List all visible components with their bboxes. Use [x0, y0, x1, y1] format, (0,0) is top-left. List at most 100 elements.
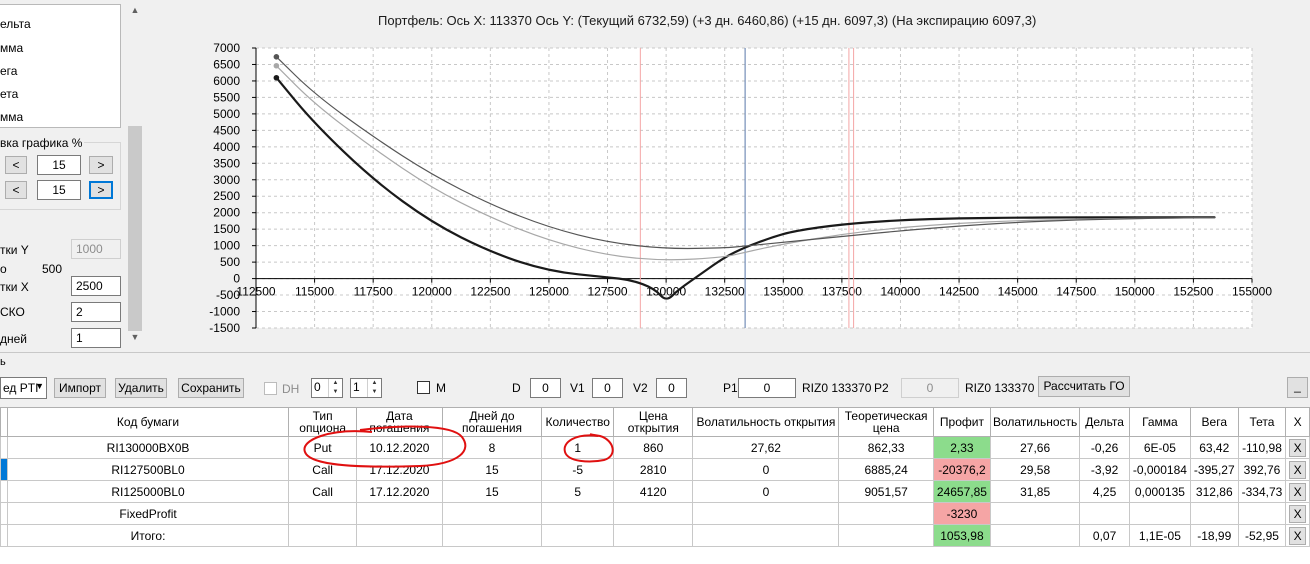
type-cell[interactable]: Call: [288, 480, 358, 503]
profit-cell[interactable]: 24657,85: [932, 480, 991, 503]
col-header[interactable]: X: [1285, 407, 1310, 437]
spin-arrows-icon[interactable]: ▲ ▼: [367, 379, 381, 397]
save-button[interactable]: Сохранить: [178, 378, 244, 398]
offset-x-increase-button[interactable]: >: [89, 181, 113, 199]
qty-cell[interactable]: [541, 502, 615, 525]
col-header[interactable]: Дельта: [1079, 407, 1130, 437]
col-header[interactable]: Волатильность: [989, 407, 1081, 437]
offset-y-input[interactable]: 15: [37, 155, 81, 175]
col-header[interactable]: Волатильность открытия: [692, 407, 840, 437]
left-panel-scrollbar[interactable]: ▲ ▼: [127, 0, 143, 345]
offset-y-increase-button[interactable]: >: [89, 156, 113, 174]
type-cell[interactable]: Put: [288, 436, 358, 459]
code-cell[interactable]: FixedProfit: [6, 502, 290, 525]
open-vol-cell[interactable]: [692, 524, 840, 547]
theta-cell[interactable]: 392,76: [1237, 458, 1287, 481]
delta-cell[interactable]: -0,26: [1079, 436, 1130, 459]
date-cell[interactable]: [356, 502, 443, 525]
remove-row-button[interactable]: X: [1289, 482, 1307, 501]
delta-cell[interactable]: 0,07: [1079, 524, 1130, 547]
offset-y-decrease-button[interactable]: <: [5, 156, 27, 174]
theta-cell[interactable]: -52,95: [1237, 524, 1287, 547]
col-header[interactable]: Дней до погашения: [441, 407, 543, 437]
payoff-chart[interactable]: 7000650060005500500045004000350030002500…: [150, 30, 1310, 350]
theo-price-cell[interactable]: [838, 524, 934, 547]
positions-grid[interactable]: Код бумаги Тип опциона Дата погашения Дн…: [0, 407, 1310, 547]
vega-cell[interactable]: 63,42: [1189, 436, 1239, 459]
code-cell[interactable]: RI127500BL0: [6, 458, 290, 481]
dh-spin-1[interactable]: 0 ▲ ▼: [311, 378, 343, 398]
open-vol-cell[interactable]: [692, 502, 840, 525]
theo-price-cell[interactable]: [838, 502, 934, 525]
col-header[interactable]: Количество: [541, 407, 615, 437]
m-checkbox[interactable]: [417, 381, 430, 394]
delete-button[interactable]: Удалить: [115, 378, 167, 398]
v2-input[interactable]: 0: [656, 378, 687, 398]
row-header[interactable]: [0, 458, 8, 481]
type-cell[interactable]: [288, 502, 358, 525]
splitter[interactable]: [0, 352, 1310, 353]
type-cell[interactable]: [288, 524, 358, 547]
scroll-down-icon[interactable]: ▼: [127, 329, 143, 345]
vega-cell[interactable]: 312,86: [1189, 480, 1239, 503]
open-price-cell[interactable]: 2810: [613, 458, 694, 481]
remove-row-button[interactable]: X: [1289, 504, 1307, 523]
col-header[interactable]: Теоретическая цена: [838, 407, 934, 437]
gamma-cell[interactable]: -0,000184: [1128, 458, 1191, 481]
list-item[interactable]: мма: [0, 41, 23, 55]
open-price-cell[interactable]: [613, 502, 694, 525]
table-row[interactable]: RI130000BX0B Put 10.12.2020 8 1 860 27,62 862,3…: [0, 436, 1310, 459]
col-header[interactable]: Код бумаги: [6, 407, 290, 437]
open-price-cell[interactable]: 4120: [613, 480, 694, 503]
table-row[interactable]: Итого: 1053,98 0,07 1,1E-05 -18,99 -52,95 X: [0, 524, 1310, 547]
offset-x-decrease-button[interactable]: <: [5, 181, 27, 199]
theta-cell[interactable]: -334,73: [1237, 480, 1287, 503]
list-item[interactable]: мма: [0, 110, 23, 124]
table-row[interactable]: RI125000BL0 Call 17.12.2020 15 5 4120 0 9051,57…: [0, 480, 1310, 503]
table-row[interactable]: FixedProfit -3230 X: [0, 502, 1310, 525]
spin-arrows-icon[interactable]: ▲ ▼: [328, 379, 342, 397]
p1-input[interactable]: 0: [738, 378, 796, 398]
vega-cell[interactable]: [1189, 502, 1239, 525]
delta-cell[interactable]: -3,92: [1079, 458, 1130, 481]
profit-cell[interactable]: -20376,2: [932, 458, 991, 481]
theo-price-cell[interactable]: 9051,57: [838, 480, 934, 503]
days-cell[interactable]: [441, 502, 543, 525]
col-header[interactable]: Профит: [932, 407, 991, 437]
type-cell[interactable]: Call: [288, 458, 358, 481]
col-header[interactable]: Дата погашения: [356, 407, 443, 437]
list-item[interactable]: ета: [0, 87, 18, 101]
code-cell[interactable]: RI130000BX0B: [6, 436, 290, 459]
gamma-cell[interactable]: 1,1E-05: [1128, 524, 1191, 547]
row-header[interactable]: [0, 436, 8, 459]
portfolio-select[interactable]: ед PTI ▼: [0, 377, 47, 399]
vol-cell[interactable]: 31,85: [989, 480, 1081, 503]
greeks-listbox[interactable]: ельта мма ега ета мма: [0, 4, 121, 128]
scroll-up-icon[interactable]: ▲: [127, 2, 143, 18]
days-cell[interactable]: 8: [441, 436, 543, 459]
gamma-cell[interactable]: 0,000135: [1128, 480, 1191, 503]
profit-cell[interactable]: 2,33: [932, 436, 991, 459]
vega-cell[interactable]: -18,99: [1189, 524, 1239, 547]
offset-x-input[interactable]: 15: [37, 180, 81, 200]
dh-checkbox[interactable]: [264, 382, 277, 395]
remove-row-button[interactable]: X: [1289, 526, 1307, 545]
theo-price-cell[interactable]: 6885,24: [838, 458, 934, 481]
gamma-cell[interactable]: [1128, 502, 1191, 525]
d-input[interactable]: 0: [530, 378, 561, 398]
calculate-go-button[interactable]: Рассчитать ГО: [1038, 376, 1130, 397]
profit-cell[interactable]: 1053,98: [932, 524, 991, 547]
table-row[interactable]: RI127500BL0 Call 17.12.2020 15 -5 2810 0 6885,2…: [0, 458, 1310, 481]
theta-cell[interactable]: [1237, 502, 1287, 525]
open-vol-cell[interactable]: 0: [692, 458, 840, 481]
qty-cell[interactable]: -5: [541, 458, 615, 481]
delta-cell[interactable]: [1079, 502, 1130, 525]
remove-row-button[interactable]: X: [1289, 438, 1307, 457]
profit-cell[interactable]: -3230: [932, 502, 991, 525]
import-button[interactable]: Импорт: [54, 378, 106, 398]
date-cell[interactable]: 10.12.2020: [356, 436, 443, 459]
vol-cell[interactable]: 29,58: [989, 458, 1081, 481]
theta-cell[interactable]: -110,98: [1237, 436, 1287, 459]
days-cell[interactable]: 15: [441, 480, 543, 503]
vol-cell[interactable]: [989, 502, 1081, 525]
